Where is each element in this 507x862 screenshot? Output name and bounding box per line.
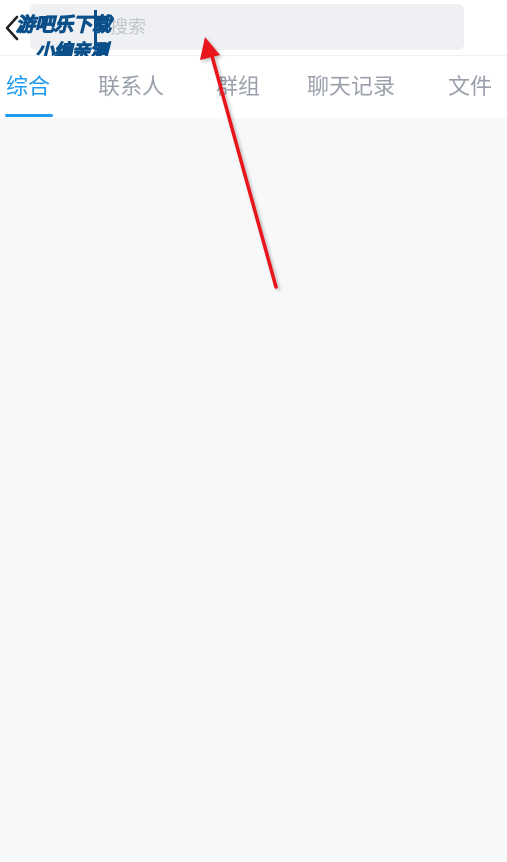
- chevron-left-icon: [5, 15, 19, 41]
- tab-contacts[interactable]: 联系人: [98, 74, 164, 102]
- search-input[interactable]: [30, 4, 464, 50]
- results-area: [0, 118, 507, 862]
- tab-overview[interactable]: 综合: [6, 74, 50, 102]
- tab-files[interactable]: 文件: [448, 74, 492, 102]
- tab-chat-history[interactable]: 聊天记录: [307, 74, 395, 102]
- tab-active-indicator: [5, 114, 53, 117]
- back-button[interactable]: [2, 10, 22, 46]
- search-tabs: 综合 联系人 群组 聊天记录 文件: [0, 56, 507, 118]
- top-bar: 游吧乐下载 小编亲测: [0, 0, 507, 63]
- tab-groups[interactable]: 群组: [216, 74, 260, 102]
